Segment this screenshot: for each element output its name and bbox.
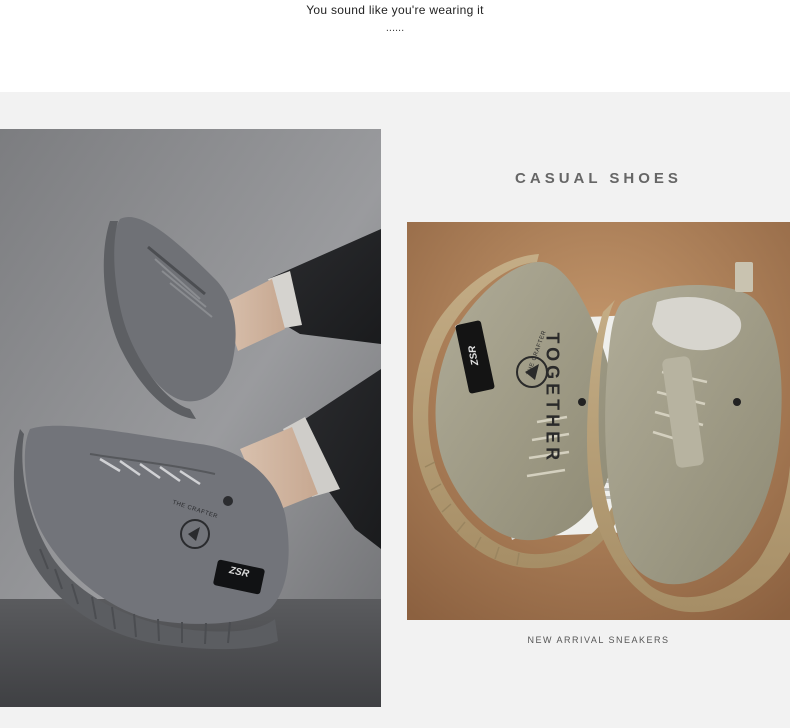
- right-khaki-shoe-shape: [587, 262, 790, 613]
- book-title: TOGETHER: [542, 333, 563, 465]
- lifestyle-photo-illustration: [0, 129, 381, 707]
- section-caption: NEW ARRIVAL SNEAKERS: [527, 635, 670, 645]
- product-photo: TOGETHER ZSR THE CRAFTER: [407, 222, 790, 620]
- header-band: You sound like you're wearing it ......: [0, 0, 790, 92]
- product-section: ZSR THE CRAFTER CASUAL SHOES ZSR THE CRA…: [0, 92, 790, 728]
- product-photo-illustration: [407, 222, 790, 620]
- product-page: You sound like you're wearing it ......: [0, 0, 790, 728]
- tagline-text: You sound like you're wearing it: [306, 3, 484, 17]
- ellipsis-text: ......: [385, 22, 405, 34]
- section-title: CASUAL SHOES: [515, 170, 682, 187]
- lifestyle-photo: ZSR THE CRAFTER: [0, 129, 381, 707]
